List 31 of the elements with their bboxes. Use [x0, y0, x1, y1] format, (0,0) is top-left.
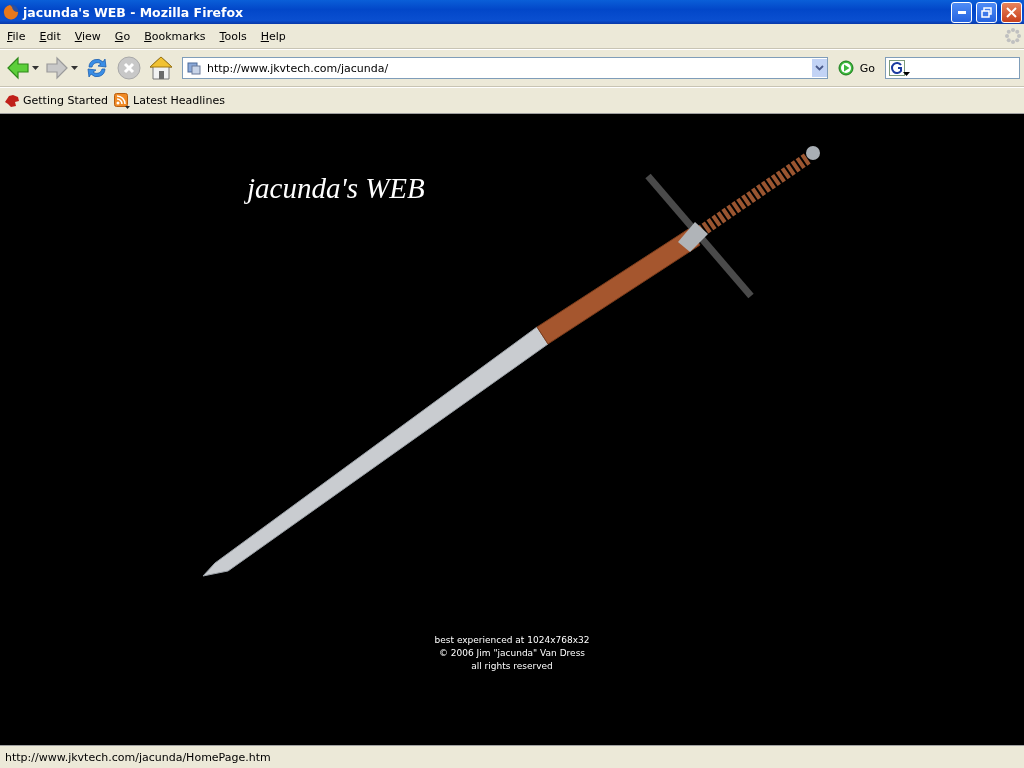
footer-text: best experienced at 1024x768x32 — [434, 634, 590, 647]
go-button[interactable]: Go — [829, 60, 883, 76]
bookmark-link[interactable]: Latest Headlines — [133, 94, 225, 107]
search-engine-icon[interactable] — [889, 60, 911, 76]
feed-icon — [114, 92, 131, 109]
menu-item[interactable]: View — [67, 29, 108, 43]
footer-text: all rights reserved — [471, 660, 553, 673]
dropdown-caret-icon[interactable] — [32, 66, 39, 70]
bookmark-link[interactable]: Getting Started — [23, 94, 109, 107]
menu-item[interactable]: Bookmarks — [137, 29, 213, 43]
window-title: jacunda's WEB - Mozilla Firefox — [23, 4, 245, 20]
throbber-icon — [1004, 27, 1022, 45]
menu-item[interactable]: Edit — [32, 29, 68, 43]
close-button[interactable] — [1001, 1, 1022, 23]
menu-item[interactable]: Tools — [212, 29, 254, 43]
menu-item[interactable]: File — [0, 29, 33, 43]
restore-icon — [981, 6, 992, 18]
page-icon — [187, 61, 201, 75]
chevron-down-icon — [814, 65, 824, 71]
minimize-icon — [957, 10, 966, 14]
search-field[interactable] — [885, 57, 1020, 79]
address-field[interactable]: http://www.jkvtech.com/jacunda/ — [182, 57, 828, 79]
close-icon — [1006, 6, 1017, 18]
footer-text: © 2006 Jim "jacunda" Van Dress — [438, 647, 585, 660]
menu-item[interactable]: Help — [253, 29, 293, 43]
minimize-button[interactable] — [951, 1, 972, 23]
dropdown-button[interactable] — [811, 59, 827, 77]
status-text: http://www.jkvtech.com/jacunda/HomePage.htm — [5, 750, 271, 764]
restore-button[interactable] — [976, 1, 997, 23]
menu-item[interactable]: Go — [107, 29, 138, 43]
play-icon — [837, 60, 854, 76]
